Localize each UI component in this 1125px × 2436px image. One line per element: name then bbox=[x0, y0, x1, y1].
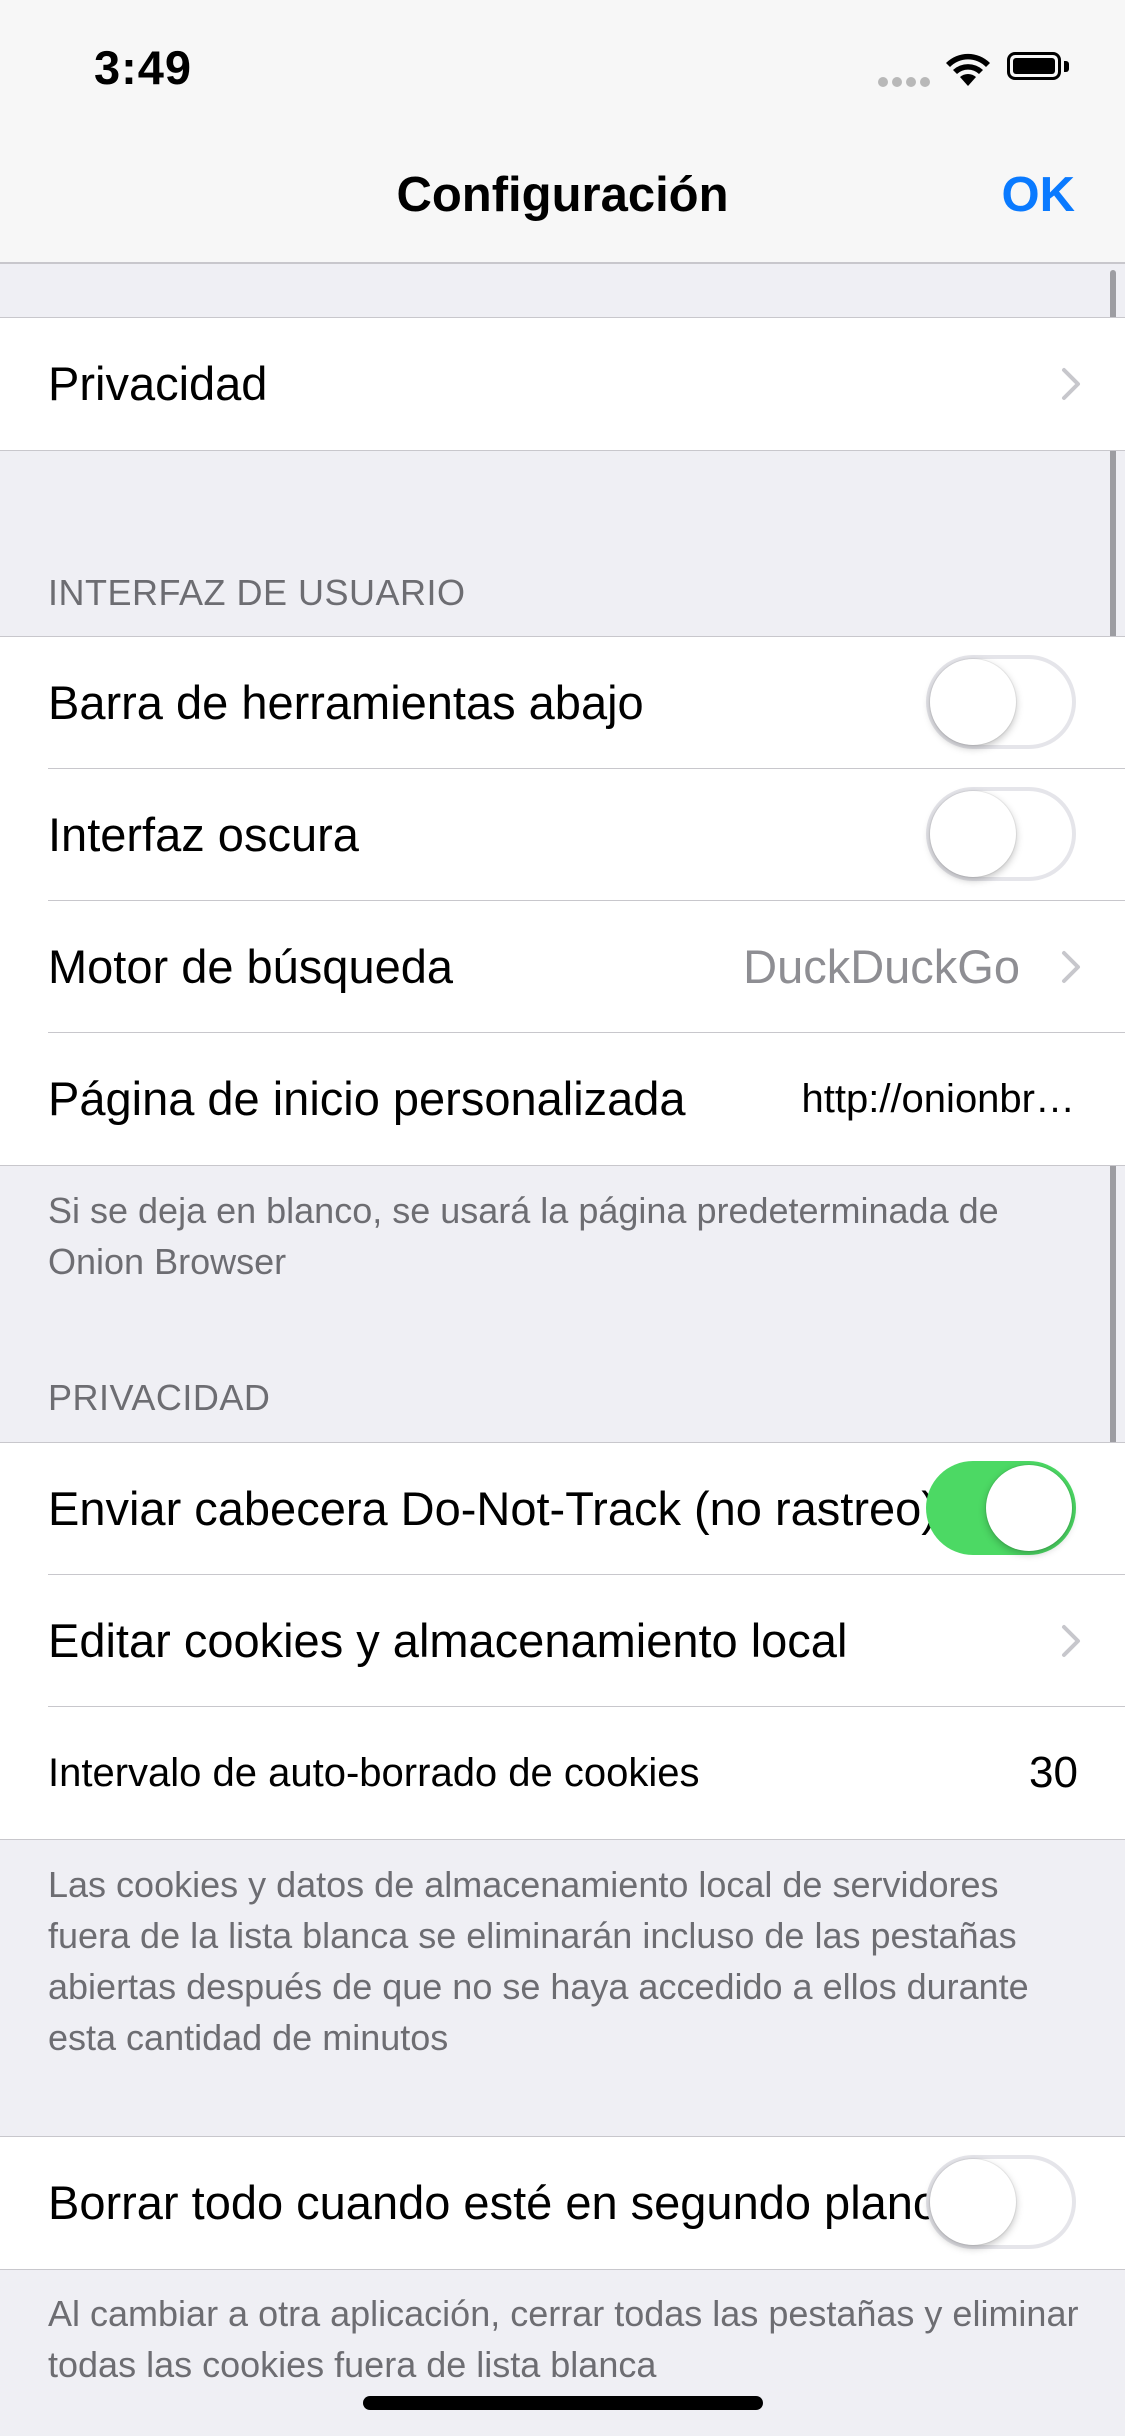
cellular-signal-icon bbox=[878, 74, 934, 92]
dark-mode-label: Interfaz oscura bbox=[48, 808, 359, 861]
toolbar-bottom-label: Barra de herramientas abajo bbox=[48, 676, 644, 729]
page-title: Configuración bbox=[396, 168, 729, 222]
homepage-row: Página de inicio personalizada http://on… bbox=[0, 1033, 1125, 1165]
edit-cookies-row[interactable]: Editar cookies y almacenamiento local bbox=[0, 1575, 1125, 1707]
dnt-toggle[interactable] bbox=[926, 1461, 1076, 1555]
homepage-input[interactable]: http://onionbr… bbox=[802, 1033, 1076, 1165]
ok-button[interactable]: OK bbox=[1002, 167, 1076, 223]
homepage-label: Página de inicio personalizada bbox=[48, 1072, 686, 1125]
clear-all-label: Borrar todo cuando esté en segundo plano bbox=[48, 2176, 940, 2229]
ui-section-footer: Si se deja en blanco, se usará la página… bbox=[48, 1190, 999, 1282]
edit-cookies-label: Editar cookies y almacenamiento local bbox=[48, 1614, 848, 1667]
status-time: 3:49 bbox=[94, 41, 193, 94]
search-engine-value: DuckDuckGo bbox=[743, 940, 1020, 993]
dnt-row: Enviar cabecera Do-Not-Track (no rastreo… bbox=[0, 1443, 1125, 1575]
dnt-label: Enviar cabecera Do-Not-Track (no rastreo… bbox=[48, 1482, 937, 1535]
chevron-right-icon bbox=[1062, 1625, 1080, 1657]
home-indicator[interactable] bbox=[363, 2396, 763, 2410]
background-group: Borrar todo cuando esté en segundo plano bbox=[0, 2136, 1125, 2270]
background-section-footer: Al cambiar a otra aplicación, cerrar tod… bbox=[48, 2293, 1079, 2385]
ui-section-header: INTERFAZ DE USUARIO bbox=[48, 572, 466, 613]
chevron-right-icon bbox=[1062, 368, 1080, 400]
toolbar-bottom-row: Barra de herramientas abajo bbox=[0, 637, 1125, 769]
battery-icon bbox=[1007, 52, 1069, 84]
privacy-group: Enviar cabecera Do-Not-Track (no rastreo… bbox=[0, 1442, 1125, 1840]
privacy-section-header: PRIVACIDAD bbox=[48, 1377, 271, 1418]
clear-all-row: Borrar todo cuando esté en segundo plano bbox=[0, 2137, 1125, 2269]
privacy-row[interactable]: Privacidad bbox=[0, 318, 1125, 450]
toolbar-bottom-toggle[interactable] bbox=[926, 655, 1076, 749]
status-bar: 3:49 bbox=[0, 0, 1125, 135]
clear-all-toggle[interactable] bbox=[926, 2155, 1076, 2249]
dark-mode-toggle[interactable] bbox=[926, 787, 1076, 881]
ui-group: Barra de herramientas abajo Interfaz osc… bbox=[0, 636, 1125, 1166]
privacy-label: Privacidad bbox=[48, 357, 268, 410]
dark-mode-row: Interfaz oscura bbox=[0, 769, 1125, 901]
navigation-bar: Configuración OK bbox=[0, 135, 1125, 264]
privacy-link-group: Privacidad bbox=[0, 317, 1125, 451]
autosweep-value-input[interactable]: 30 bbox=[1029, 1707, 1078, 1839]
autosweep-label: Intervalo de auto-borrado de cookies bbox=[48, 1751, 700, 1795]
chevron-right-icon bbox=[1062, 951, 1080, 983]
privacy-section-footer: Las cookies y datos de almacenamiento lo… bbox=[48, 1864, 1029, 2058]
search-engine-row[interactable]: Motor de búsqueda DuckDuckGo bbox=[0, 901, 1125, 1033]
wifi-icon bbox=[946, 53, 990, 86]
search-engine-label: Motor de búsqueda bbox=[48, 940, 454, 993]
autosweep-row: Intervalo de auto-borrado de cookies 30 bbox=[0, 1707, 1125, 1839]
